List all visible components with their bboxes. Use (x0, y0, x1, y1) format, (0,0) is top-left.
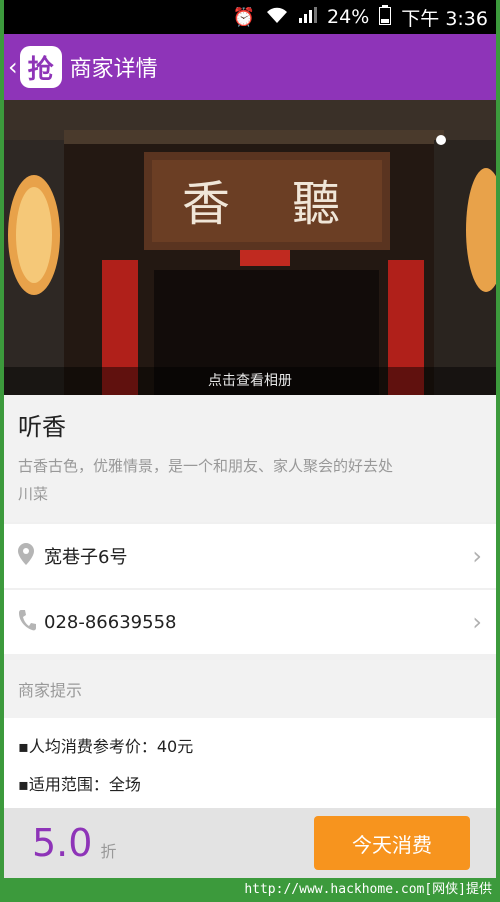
location-pin-icon (18, 542, 40, 570)
address-text: 宽巷子6号 (44, 547, 128, 568)
tips-heading: 商家提示 (4, 660, 496, 718)
chevron-right-icon: › (472, 608, 482, 636)
phone-screen: ⏰ 24% 下午 3:36 ‹ 抢 商家详情 香 聽 点击查看相册 听香 古香古… (4, 0, 496, 878)
phone-icon (18, 609, 40, 636)
merchant-info: 听香 古香古色，优雅情景，是一个和朋友、家人聚会的好去处 川菜 (4, 395, 496, 522)
chevron-right-icon: › (472, 542, 482, 570)
discount-value: 5.0 (32, 821, 93, 865)
merchant-name: 听香 (18, 413, 66, 441)
page-title: 商家详情 (69, 57, 158, 82)
page-frame: ⏰ 24% 下午 3:36 ‹ 抢 商家详情 香 聽 点击查看相册 听香 古香古… (0, 0, 500, 902)
app-logo[interactable]: 抢 (19, 46, 62, 88)
signboard-char-1: 香 (182, 176, 230, 232)
tip-item: ▪人均消费参考价：40元 (18, 737, 194, 756)
merchant-description: 古香古色，优雅情景，是一个和朋友、家人聚会的好去处 (18, 457, 394, 475)
address-row[interactable]: 宽巷子6号 › (4, 524, 496, 588)
signboard-char-2: 聽 (292, 176, 340, 232)
phone-number: 028-86639558 (44, 611, 177, 633)
album-caption[interactable]: 点击查看相册 (4, 367, 496, 395)
status-bar: ⏰ 24% 下午 3:36 (4, 0, 496, 34)
storefront-photo[interactable]: 香 聽 点击查看相册 (4, 100, 496, 395)
bottom-bar: 5.0 折 今天消费 (4, 808, 496, 878)
watermark: http://www.hackhome.com[网侠]提供 (244, 882, 492, 897)
merchant-category: 川菜 (18, 485, 49, 503)
discount-unit: 折 (100, 842, 117, 861)
tips-list: ▪人均消费参考价：40元 ▪适用范围：全场 (4, 718, 496, 808)
signal-icon (299, 6, 318, 28)
app-bar: ‹ 抢 商家详情 (4, 34, 496, 100)
tip-item: ▪适用范围：全场 (18, 775, 141, 794)
consume-today-button[interactable]: 今天消费 (314, 816, 470, 870)
battery-percent: 24% (327, 6, 370, 28)
storefront-illustration: 香 聽 (4, 100, 496, 395)
battery-icon (379, 4, 392, 30)
clock: 下午 3:36 (401, 7, 488, 30)
alarm-icon: ⏰ (232, 6, 256, 28)
wifi-icon (265, 6, 289, 29)
phone-row[interactable]: 028-86639558 › (4, 590, 496, 654)
back-icon[interactable]: ‹ (8, 53, 18, 81)
